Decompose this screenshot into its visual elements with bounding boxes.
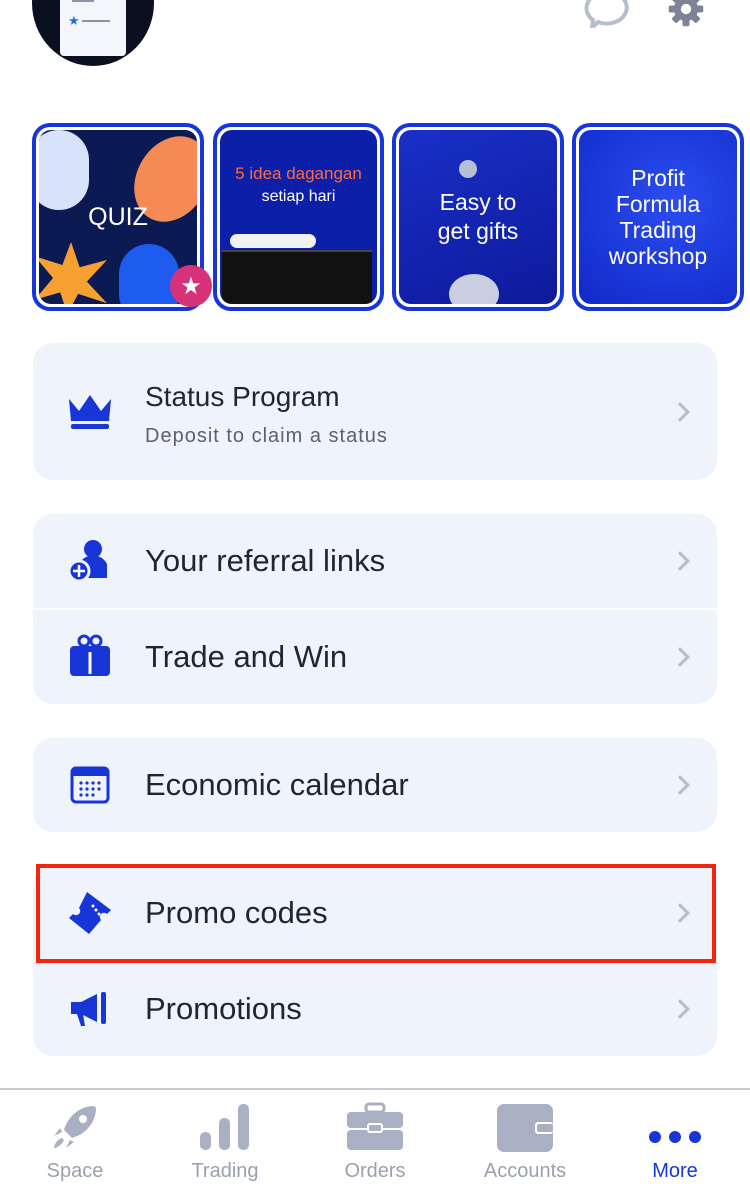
story-workshop[interactable]: Profit Formula Trading workshop <box>572 123 744 311</box>
chart-illustration <box>222 250 372 304</box>
story-title: 5 idea dagangan <box>235 164 362 183</box>
tab-trading[interactable]: Trading <box>150 1090 300 1189</box>
briefcase-icon <box>347 1102 403 1150</box>
tab-space[interactable]: Space <box>0 1090 150 1189</box>
chevron-right-icon <box>670 551 690 571</box>
story-gifts[interactable]: Easy to get gifts <box>392 123 564 311</box>
story-text: Profit Formula Trading workshop <box>608 165 708 269</box>
menu-item-promotions[interactable]: Promotions <box>33 962 717 1056</box>
menu-item-label: Trade and Win <box>145 639 348 674</box>
bar-chart-icon <box>200 1104 249 1150</box>
story-text: Easy to get gifts <box>437 189 519 244</box>
menu-item-trade-and-win[interactable]: Trade and Win <box>33 610 717 704</box>
tab-orders[interactable]: Orders <box>300 1090 450 1189</box>
tab-more[interactable]: More <box>600 1090 750 1189</box>
chevron-right-icon <box>670 647 690 667</box>
status-program-subtitle: Deposit to claim a status <box>145 425 388 447</box>
menu-item-label: Your referral links <box>145 543 386 578</box>
reactions-bar <box>230 234 316 248</box>
settings-gear-icon[interactable] <box>664 0 708 28</box>
crown-icon <box>69 395 111 429</box>
more-dots-icon <box>649 1131 701 1143</box>
status-program-card[interactable]: Status Program Deposit to claim a status <box>33 343 717 480</box>
chevron-right-icon <box>670 401 690 422</box>
story-subtitle: setiap hari <box>261 188 336 205</box>
menu-item-label: Promotions <box>145 991 302 1026</box>
status-program-title: Status Program <box>145 381 340 412</box>
bottom-tab-bar: Space Trading Orders Accounts More <box>0 1088 750 1187</box>
story-trading-ideas[interactable]: 5 idea dagangan setiap hari <box>213 123 384 311</box>
menu-item-label: Economic calendar <box>145 767 409 802</box>
menu-item-referral-links[interactable]: Your referral links <box>33 514 717 608</box>
tab-label: Orders <box>344 1160 406 1182</box>
story-text: QUIZ <box>88 202 148 231</box>
star-icon: ★ <box>180 272 202 300</box>
calendar-card: Economic calendar <box>33 738 717 832</box>
calendar-icon <box>70 766 110 804</box>
rocket-icon <box>54 1106 96 1148</box>
story-quiz[interactable]: QUIZ ★ <box>32 123 212 311</box>
avatar-document-illustration: ★ <box>60 0 126 56</box>
highlight-box-promo-codes <box>36 864 716 963</box>
tab-accounts[interactable]: Accounts <box>450 1090 600 1189</box>
avatar[interactable]: ★ <box>32 0 154 66</box>
menu-item-economic-calendar[interactable]: Economic calendar <box>33 738 717 832</box>
wallet-icon <box>497 1104 553 1152</box>
tab-label: More <box>652 1160 698 1182</box>
chat-icon[interactable] <box>584 0 632 28</box>
chevron-right-icon <box>670 775 690 795</box>
tab-label: Space <box>46 1160 104 1182</box>
referral-group-card: Your referral links Trade and Win <box>33 514 717 704</box>
add-user-icon <box>67 540 107 583</box>
megaphone-icon <box>71 992 106 1026</box>
chevron-right-icon <box>670 999 690 1019</box>
gift-icon <box>70 634 110 676</box>
star-badge: ★ <box>170 265 212 307</box>
tab-label: Accounts <box>483 1160 567 1182</box>
tab-label: Trading <box>191 1160 259 1182</box>
